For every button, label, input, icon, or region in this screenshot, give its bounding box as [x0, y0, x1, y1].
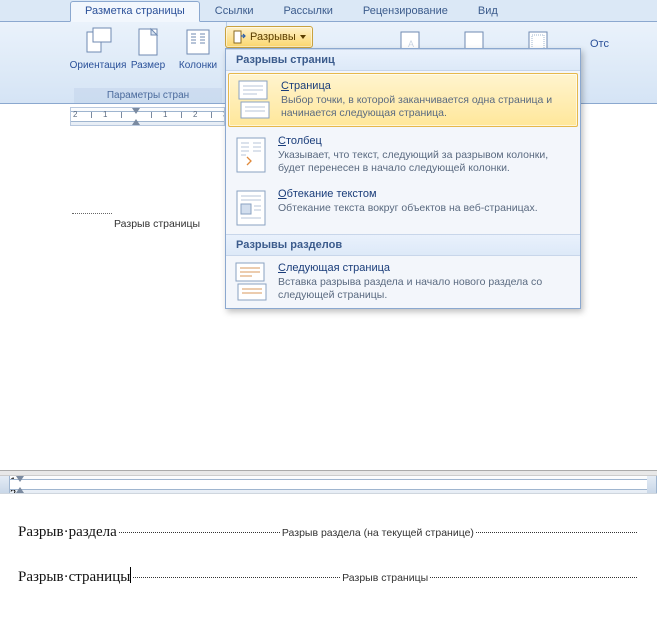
ruler-cap-left[interactable]: [0, 476, 10, 493]
dot-fill: [430, 577, 637, 578]
indent-partial-label: Отс: [590, 38, 609, 50]
tab-page-layout[interactable]: Разметка страницы: [70, 1, 200, 22]
ribbon-area: Разметка страницы Ссылки Рассылки Реценз…: [0, 0, 657, 320]
tab-references[interactable]: Ссылки: [200, 1, 269, 22]
dropdown-header-section-breaks: Разрывы разделов: [226, 234, 580, 256]
page-break-mid-label: Разрыв страницы: [342, 572, 428, 584]
section-break-left-label: Разрыв·раздела: [18, 524, 117, 541]
break-textwrap-desc: Обтекание текста вокруг объектов на веб-…: [278, 202, 572, 215]
columns-button[interactable]: Колонки: [174, 24, 222, 88]
dot-fill: [476, 532, 637, 533]
group-page-setup-caption: Параметры стран: [74, 88, 222, 103]
break-column-icon: [234, 135, 268, 175]
break-nextpage-icon: [234, 262, 268, 302]
page-break-label-small: Разрыв страницы: [114, 218, 200, 230]
size-icon: [133, 26, 163, 58]
break-page-desc: Выбор точки, в которой заканчивается одн…: [281, 94, 569, 120]
ruler-big[interactable]: 1234567891011121314151617: [10, 476, 647, 493]
section-break-line: Разрыв·раздела Разрыв раздела (на текуще…: [18, 524, 639, 541]
dropdown-header-page-breaks: Разрывы страниц: [226, 49, 580, 71]
ruler-big-wrap: 1234567891011121314151617: [0, 476, 657, 494]
orientation-button[interactable]: Ориентация: [74, 24, 122, 88]
page-break-line: Разрыв·страницы Разрыв страницы: [18, 565, 639, 586]
break-textwrap-icon: [234, 188, 268, 228]
page-break-dotted-line: [72, 213, 112, 214]
tab-view[interactable]: Вид: [463, 1, 513, 22]
break-column-title: Столбец: [278, 135, 572, 147]
break-nextpage-title: Следующая страница: [278, 262, 572, 274]
break-textwrap-item[interactable]: Обтекание текстом Обтекание текста вокру…: [226, 182, 580, 234]
dot-fill: [119, 532, 280, 533]
document-bottom-area: 1234567891011121314151617 Разрыв·раздела…: [0, 470, 657, 620]
break-column-item[interactable]: Столбец Указывает, что текст, следующий …: [226, 129, 580, 181]
ribbon-tabs: Разметка страницы Ссылки Рассылки Реценз…: [0, 0, 657, 22]
document-body[interactable]: Разрыв·раздела Разрыв раздела (на текуще…: [0, 494, 657, 620]
ruler-small[interactable]: 21123: [70, 107, 225, 126]
orientation-label: Ориентация: [70, 60, 127, 71]
chevron-down-icon: [300, 35, 306, 39]
break-column-desc: Указывает, что текст, следующий за разры…: [278, 149, 572, 175]
size-button[interactable]: Размер: [124, 24, 172, 88]
break-nextpage-item[interactable]: Следующая страница Вставка разрыва разде…: [226, 256, 580, 308]
text-caret: [130, 567, 131, 583]
ruler-cap-right[interactable]: [647, 476, 657, 493]
break-textwrap-title: Обтекание текстом: [278, 188, 572, 200]
break-page-item[interactable]: Страница Выбор точки, в которой заканчив…: [228, 73, 578, 127]
breaks-button[interactable]: Разрывы: [225, 26, 313, 48]
break-page-icon: [237, 80, 271, 120]
dot-fill: [133, 577, 340, 578]
orientation-icon: [83, 26, 113, 58]
break-nextpage-desc: Вставка разрыва раздела и начало нового …: [278, 276, 572, 302]
section-break-mid-label: Разрыв раздела (на текущей странице): [282, 527, 474, 539]
breaks-icon: [232, 30, 246, 44]
tab-review[interactable]: Рецензирование: [348, 1, 463, 22]
size-label: Размер: [131, 60, 165, 71]
breaks-label: Разрывы: [250, 31, 296, 43]
group-page-setup: Ориентация Размер: [70, 22, 227, 103]
breaks-dropdown: Разрывы страниц Страница Выбор точки, в …: [225, 48, 581, 309]
tab-mailings[interactable]: Рассылки: [269, 1, 348, 22]
break-page-title: Страница: [281, 80, 569, 92]
columns-label: Колонки: [179, 60, 217, 71]
page-break-left-label: Разрыв·страницы: [18, 569, 130, 586]
columns-icon: [183, 26, 213, 58]
